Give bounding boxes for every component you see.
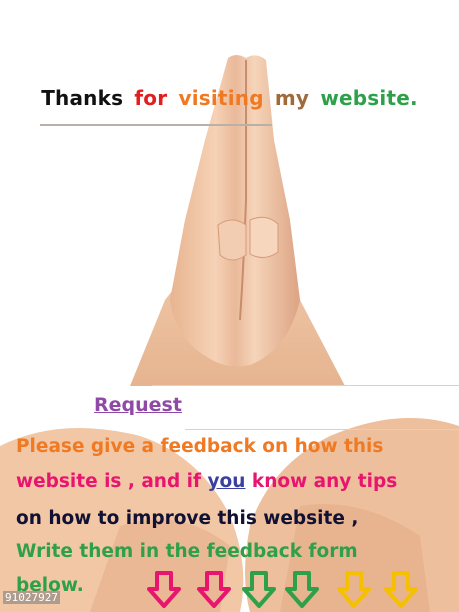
down-arrow-icon [384, 571, 418, 608]
visitor-counter: 91027927 [3, 591, 60, 604]
praying-hands-image [130, 55, 345, 386]
divider [185, 429, 459, 430]
feedback-text-line: website is , and if you know any tips [16, 471, 397, 492]
feedback-text-line: Write them in the feedback form [16, 541, 358, 562]
down-arrow-icon [337, 571, 371, 608]
down-arrow-icon [197, 571, 231, 608]
thanks-word: Thanks [41, 86, 124, 110]
thanks-word: my [274, 86, 310, 110]
down-arrow-icon [285, 571, 319, 608]
request-heading: Request [94, 394, 182, 416]
thanks-word: website. [320, 86, 418, 110]
down-arrow-icon [147, 571, 181, 608]
down-arrow-icon [242, 571, 276, 608]
page: Thanks for visiting my website. Request … [0, 0, 459, 612]
you-link[interactable]: you [208, 471, 246, 492]
thanks-word: for [134, 86, 168, 110]
thanks-word: visiting [178, 86, 264, 110]
feedback-text-part: know any tips [245, 471, 398, 492]
feedback-text-line: Please give a feedback on how this [16, 436, 384, 457]
divider [40, 124, 272, 126]
feedback-text-line: on how to improve this website , [16, 508, 359, 529]
thanks-message: Thanks for visiting my website. [0, 86, 459, 110]
feedback-text-part: website is , and if [16, 471, 208, 492]
divider [152, 385, 459, 386]
